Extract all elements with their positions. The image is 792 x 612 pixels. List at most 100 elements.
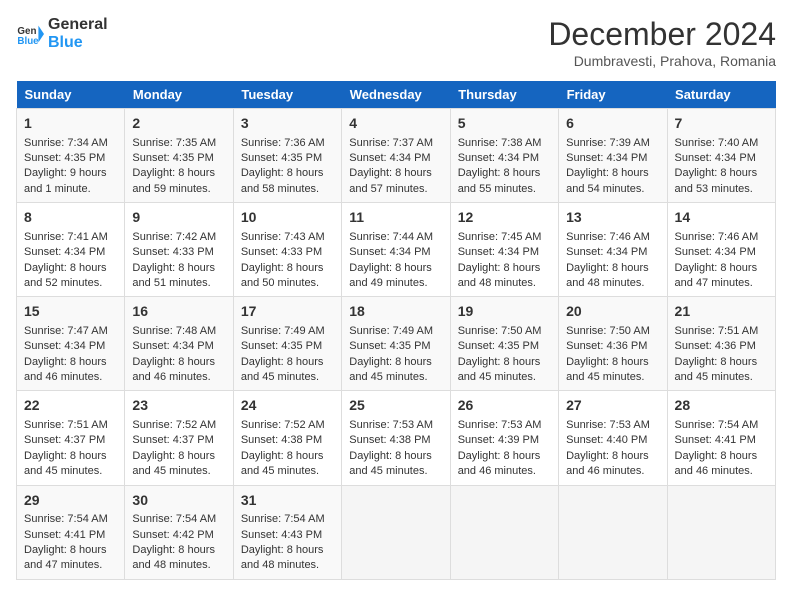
day-info-line: Sunset: 4:36 PM (566, 339, 659, 354)
day-info-line: Sunrise: 7:54 AM (675, 418, 768, 433)
day-info-line: Daylight: 8 hours (24, 355, 117, 370)
day-info-line: Sunrise: 7:53 AM (458, 418, 551, 433)
day-info-line: and 45 minutes. (132, 464, 225, 479)
day-number: 16 (132, 302, 225, 322)
day-info-line: and 48 minutes. (132, 558, 225, 573)
day-number: 9 (132, 208, 225, 228)
weekday-header-saturday: Saturday (667, 81, 775, 109)
day-number: 2 (132, 114, 225, 134)
day-number: 3 (241, 114, 334, 134)
calendar-cell: 11Sunrise: 7:44 AMSunset: 4:34 PMDayligh… (342, 203, 450, 297)
page-header: Gen Blue General Blue December 2024 Dumb… (16, 16, 776, 69)
day-info-line: Daylight: 8 hours (675, 449, 768, 464)
day-info-line: Sunrise: 7:36 AM (241, 136, 334, 151)
day-info-line: Sunset: 4:35 PM (241, 339, 334, 354)
svg-text:Blue: Blue (17, 35, 39, 46)
calendar-cell: 24Sunrise: 7:52 AMSunset: 4:38 PMDayligh… (233, 391, 341, 485)
calendar-cell: 9Sunrise: 7:42 AMSunset: 4:33 PMDaylight… (125, 203, 233, 297)
day-info-line: Sunset: 4:34 PM (132, 339, 225, 354)
day-info-line: Daylight: 8 hours (24, 261, 117, 276)
day-info-line: Sunrise: 7:51 AM (24, 418, 117, 433)
calendar-cell: 16Sunrise: 7:48 AMSunset: 4:34 PMDayligh… (125, 297, 233, 391)
day-info-line: Sunset: 4:38 PM (241, 433, 334, 448)
calendar-cell: 28Sunrise: 7:54 AMSunset: 4:41 PMDayligh… (667, 391, 775, 485)
day-info-line: Daylight: 8 hours (675, 355, 768, 370)
day-info-line: Daylight: 8 hours (458, 261, 551, 276)
day-info-line: Sunset: 4:34 PM (566, 151, 659, 166)
weekday-header-friday: Friday (559, 81, 667, 109)
day-number: 25 (349, 396, 442, 416)
day-info-line: and 46 minutes. (132, 370, 225, 385)
logo-line1: General (48, 16, 108, 34)
day-info-line: Sunrise: 7:51 AM (675, 324, 768, 339)
day-info-line: Sunrise: 7:47 AM (24, 324, 117, 339)
day-info-line: Sunrise: 7:44 AM (349, 230, 442, 245)
day-info-line: Daylight: 8 hours (566, 261, 659, 276)
calendar-cell: 2Sunrise: 7:35 AMSunset: 4:35 PMDaylight… (125, 109, 233, 203)
day-info-line: Daylight: 8 hours (349, 261, 442, 276)
day-info-line: and 57 minutes. (349, 182, 442, 197)
day-info-line: Sunset: 4:34 PM (24, 339, 117, 354)
calendar-cell: 12Sunrise: 7:45 AMSunset: 4:34 PMDayligh… (450, 203, 558, 297)
day-info-line: Sunrise: 7:42 AM (132, 230, 225, 245)
day-info-line: Sunset: 4:34 PM (349, 151, 442, 166)
day-info-line: Sunrise: 7:38 AM (458, 136, 551, 151)
calendar-cell: 4Sunrise: 7:37 AMSunset: 4:34 PMDaylight… (342, 109, 450, 203)
weekday-header-tuesday: Tuesday (233, 81, 341, 109)
day-info-line: Daylight: 8 hours (132, 166, 225, 181)
day-info-line: and 45 minutes. (241, 464, 334, 479)
calendar-cell: 13Sunrise: 7:46 AMSunset: 4:34 PMDayligh… (559, 203, 667, 297)
calendar-cell: 6Sunrise: 7:39 AMSunset: 4:34 PMDaylight… (559, 109, 667, 203)
day-info-line: Sunrise: 7:53 AM (566, 418, 659, 433)
calendar-cell: 15 Sunrise: 7:47 AMSunset: 4:34 PMDayligh… (17, 297, 125, 391)
day-info-line: Sunset: 4:42 PM (132, 528, 225, 543)
day-info-line: Sunset: 4:37 PM (132, 433, 225, 448)
day-info-line: Sunset: 4:35 PM (349, 339, 442, 354)
day-info-line: Sunset: 4:34 PM (458, 151, 551, 166)
day-info-line: Daylight: 8 hours (241, 261, 334, 276)
calendar-cell: 3Sunrise: 7:36 AMSunset: 4:35 PMDaylight… (233, 109, 341, 203)
day-info-line: and 45 minutes. (241, 370, 334, 385)
day-info-line: Sunrise: 7:50 AM (566, 324, 659, 339)
calendar-week-4: 22Sunrise: 7:51 AMSunset: 4:37 PMDayligh… (17, 391, 776, 485)
day-info-line: and 48 minutes. (458, 276, 551, 291)
day-info-line: Daylight: 8 hours (132, 543, 225, 558)
day-info-line: Sunset: 4:34 PM (458, 245, 551, 260)
day-info-line: Sunrise: 7:40 AM (675, 136, 768, 151)
day-number: 26 (458, 396, 551, 416)
day-info-line: Daylight: 8 hours (349, 166, 442, 181)
day-info-line: and 45 minutes. (349, 370, 442, 385)
day-info-line: Sunset: 4:43 PM (241, 528, 334, 543)
day-number: 15 (24, 302, 117, 322)
day-info-line: Sunset: 4:37 PM (24, 433, 117, 448)
day-number: 31 (241, 491, 334, 511)
day-info-line: and 58 minutes. (241, 182, 334, 197)
day-info-line: Sunrise: 7:49 AM (241, 324, 334, 339)
day-number: 1 (24, 114, 117, 134)
day-info-line: and 45 minutes. (24, 464, 117, 479)
day-number: 18 (349, 302, 442, 322)
day-info-line: Sunset: 4:34 PM (566, 245, 659, 260)
calendar-cell: 26Sunrise: 7:53 AMSunset: 4:39 PMDayligh… (450, 391, 558, 485)
day-info-line: Sunrise: 7:48 AM (132, 324, 225, 339)
day-info-line: Daylight: 9 hours (24, 166, 117, 181)
day-info-line: Sunrise: 7:54 AM (132, 512, 225, 527)
day-info-line: Daylight: 8 hours (24, 543, 117, 558)
main-title: December 2024 (548, 16, 776, 53)
day-info-line: Sunrise: 7:39 AM (566, 136, 659, 151)
day-info-line: and 47 minutes. (24, 558, 117, 573)
day-info-line: Sunrise: 7:34 AM (24, 136, 117, 151)
day-info-line: and 59 minutes. (132, 182, 225, 197)
day-number: 13 (566, 208, 659, 228)
day-info-line: Daylight: 8 hours (241, 449, 334, 464)
day-info-line: Sunset: 4:34 PM (675, 245, 768, 260)
day-number: 27 (566, 396, 659, 416)
day-info-line: Sunrise: 7:53 AM (349, 418, 442, 433)
day-info-line: Sunrise: 7:37 AM (349, 136, 442, 151)
calendar-cell: 30Sunrise: 7:54 AMSunset: 4:42 PMDayligh… (125, 485, 233, 579)
calendar-body: 1 Sunrise: 7:34 AM Sunset: 4:35 PM Daylight… (17, 109, 776, 580)
day-number: 29 (24, 491, 117, 511)
day-info-line: Sunset: 4:39 PM (458, 433, 551, 448)
day-info-line: and 47 minutes. (675, 276, 768, 291)
day-info-line: and 45 minutes. (349, 464, 442, 479)
